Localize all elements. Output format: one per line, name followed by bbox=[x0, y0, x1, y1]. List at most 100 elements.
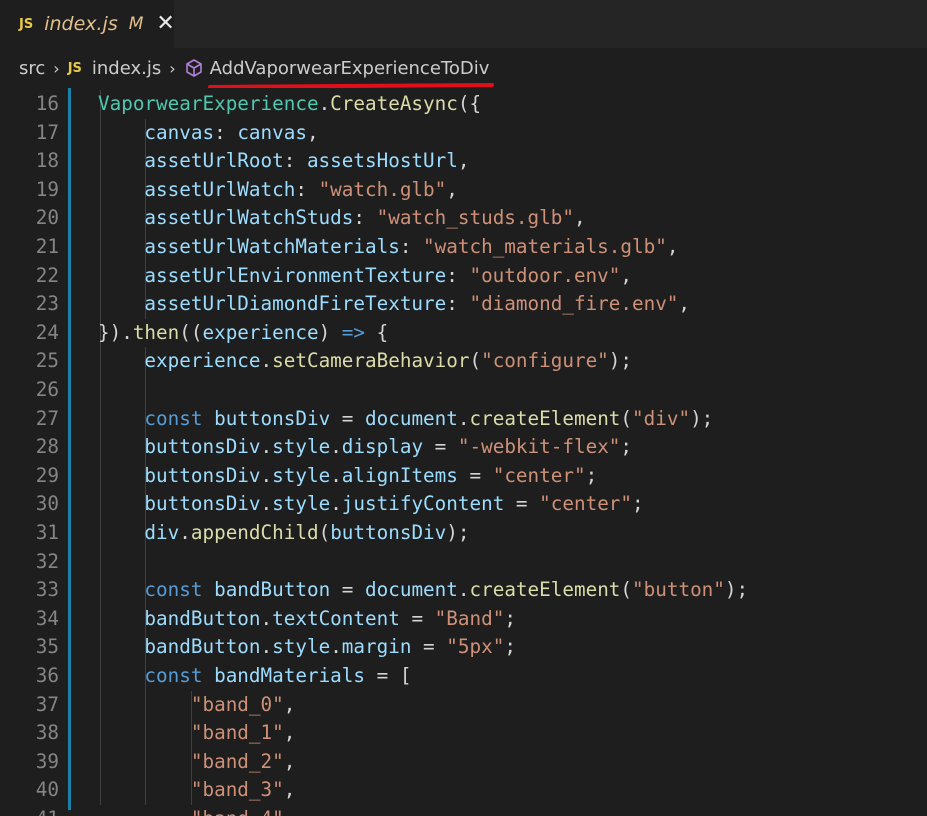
identifier-token: assetUrlWatchMaterials bbox=[98, 235, 400, 258]
string-token: "center" bbox=[492, 463, 586, 487]
punct-token: . bbox=[260, 463, 273, 487]
string-token: "band_2" bbox=[98, 749, 284, 773]
breadcrumb-folder[interactable]: src bbox=[19, 58, 45, 79]
code-line[interactable]: 37 "band_0", bbox=[0, 691, 927, 720]
identifier-token: experience bbox=[98, 349, 261, 373]
identifier-token: bandButton bbox=[214, 578, 331, 602]
punct-token: ) bbox=[318, 320, 342, 344]
code-line[interactable]: 38 "band_1", bbox=[0, 719, 927, 748]
code-text: experience.setCameraBehavior("configure"… bbox=[98, 347, 632, 376]
punct-token: : bbox=[399, 235, 424, 258]
punct-token: ( bbox=[620, 406, 633, 430]
code-line[interactable]: 26 bbox=[0, 376, 927, 405]
punct-token: = bbox=[399, 606, 435, 630]
code-text: assetUrlWatch: "watch.glb", bbox=[98, 176, 457, 205]
code-line[interactable]: 24}).then((experience) => { bbox=[0, 319, 927, 348]
identifier-token: div bbox=[98, 521, 180, 544]
code-line[interactable]: 18 assetUrlRoot: assetsHostUrl, bbox=[0, 147, 927, 176]
identifier-token: assetUrlDiamondFireTexture bbox=[98, 292, 447, 316]
line-number: 25 bbox=[35, 349, 59, 373]
identifier-token: bandButton bbox=[98, 606, 261, 630]
punct-token: . bbox=[260, 349, 273, 373]
line-number: 37 bbox=[35, 692, 59, 716]
close-icon[interactable]: ✕ bbox=[156, 13, 174, 35]
breadcrumb-symbol[interactable]: AddVaporwearExperienceToDiv bbox=[184, 57, 494, 89]
breadcrumb-symbol-label: AddVaporwearExperienceToDiv bbox=[209, 57, 490, 79]
code-line[interactable]: 21 assetUrlWatchMaterials: "watch_materi… bbox=[0, 233, 927, 262]
code-line[interactable]: 27 const buttonsDiv = document.createEle… bbox=[0, 405, 927, 434]
code-line[interactable]: 23 assetUrlDiamondFireTexture: "diamond_… bbox=[0, 290, 927, 319]
code-line[interactable]: 34 bandButton.textContent = "Band"; bbox=[0, 605, 927, 634]
code-line[interactable]: 17 canvas: canvas, bbox=[0, 119, 927, 148]
code-text: const bandMaterials = [ bbox=[98, 662, 411, 691]
code-line[interactable]: 36 const bandMaterials = [ bbox=[0, 662, 927, 691]
tab-index-js[interactable]: JS index.js M ✕ bbox=[0, 0, 175, 48]
line-number: 23 bbox=[35, 292, 59, 316]
code-line[interactable]: 29 buttonsDiv.style.alignItems = "center… bbox=[0, 462, 927, 491]
line-number: 33 bbox=[35, 578, 59, 602]
punct-token: : bbox=[283, 149, 307, 173]
keyword-token: const bbox=[98, 578, 215, 602]
tab-bar: JS index.js M ✕ bbox=[0, 0, 927, 48]
code-line[interactable]: 39 "band_2", bbox=[0, 748, 927, 777]
code-line[interactable]: 33 const bandButton = document.createEle… bbox=[0, 576, 927, 605]
breadcrumb-file[interactable]: index.js bbox=[92, 58, 161, 79]
punct-token: . bbox=[457, 406, 470, 430]
code-line[interactable]: 41 "band_4", bbox=[0, 805, 927, 816]
code-text: assetUrlWatchStuds: "watch_studs.glb", bbox=[98, 204, 585, 233]
code-text: assetUrlDiamondFireTexture: "diamond_fir… bbox=[98, 290, 690, 319]
string-token: "button" bbox=[632, 578, 725, 602]
code-line[interactable]: 20 assetUrlWatchStuds: "watch_studs.glb"… bbox=[0, 204, 927, 233]
line-number: 32 bbox=[35, 549, 59, 573]
punct-token: ); bbox=[446, 521, 470, 544]
punct-token: , bbox=[283, 692, 296, 716]
code-text: "band_1", bbox=[98, 719, 295, 748]
code-line[interactable]: 28 buttonsDiv.style.display = "-webkit-f… bbox=[0, 433, 927, 462]
code-text: const buttonsDiv = document.createElemen… bbox=[98, 405, 713, 434]
code-line[interactable]: 22 assetUrlEnvironmentTexture: "outdoor.… bbox=[0, 262, 927, 291]
line-number: 22 bbox=[35, 263, 59, 287]
modified-indicator: M bbox=[128, 14, 144, 34]
code-editor[interactable]: 16 VaporwearExperience.CreateAsync({17 ca… bbox=[0, 88, 927, 816]
code-line[interactable]: 32 bbox=[0, 548, 927, 577]
identifier-token: assetUrlRoot bbox=[98, 149, 284, 173]
punct-token: ); bbox=[608, 349, 633, 373]
code-line[interactable]: 30 buttonsDiv.style.justifyContent = "ce… bbox=[0, 490, 927, 519]
code-text: assetUrlEnvironmentTexture: "outdoor.env… bbox=[98, 262, 632, 291]
line-number: 39 bbox=[35, 749, 59, 773]
punct-token: , bbox=[620, 263, 632, 287]
punct-token: ; bbox=[585, 463, 598, 487]
code-line[interactable]: 31 div.appendChild(buttonsDiv); bbox=[0, 519, 927, 548]
identifier-token: style bbox=[272, 435, 331, 459]
punct-token: : bbox=[214, 120, 238, 144]
identifier-token: margin bbox=[341, 635, 412, 659]
keyword-token: const bbox=[98, 406, 215, 430]
code-line[interactable]: 40 "band_3", bbox=[0, 776, 927, 805]
punct-token: = bbox=[411, 635, 447, 659]
punct-token: . bbox=[260, 435, 273, 459]
code-line[interactable]: 25 experience.setCameraBehavior("configu… bbox=[0, 347, 927, 376]
code-line[interactable]: 19 assetUrlWatch: "watch.glb", bbox=[0, 176, 927, 205]
line-number: 40 bbox=[35, 778, 59, 802]
identifier-token: bandMaterials bbox=[214, 664, 366, 687]
code-line[interactable]: 16 VaporwearExperience.CreateAsync({ bbox=[0, 90, 927, 119]
string-token: "outdoor.env" bbox=[469, 263, 621, 287]
line-number: 19 bbox=[35, 177, 59, 201]
punct-token: ); bbox=[724, 578, 749, 602]
code-text: buttonsDiv.style.justifyContent = "cente… bbox=[98, 490, 643, 519]
line-number: 38 bbox=[35, 721, 59, 745]
punct-token: = [ bbox=[365, 664, 412, 687]
line-number: 30 bbox=[35, 492, 59, 516]
function-token: CreateAsync bbox=[330, 92, 458, 115]
code-line[interactable]: 35 bandButton.style.margin = "5px"; bbox=[0, 633, 927, 662]
punct-token: }). bbox=[98, 320, 133, 344]
punct-token: . bbox=[318, 92, 331, 115]
line-number: 24 bbox=[35, 320, 59, 344]
punct-token: . bbox=[179, 521, 191, 544]
punct-token: : bbox=[446, 263, 470, 287]
code-text: div.appendChild(buttonsDiv); bbox=[98, 519, 470, 548]
line-number: 29 bbox=[35, 463, 59, 487]
string-token: "Band" bbox=[434, 606, 505, 630]
punct-token: = bbox=[457, 463, 493, 487]
identifier-token: bandButton bbox=[98, 635, 261, 659]
